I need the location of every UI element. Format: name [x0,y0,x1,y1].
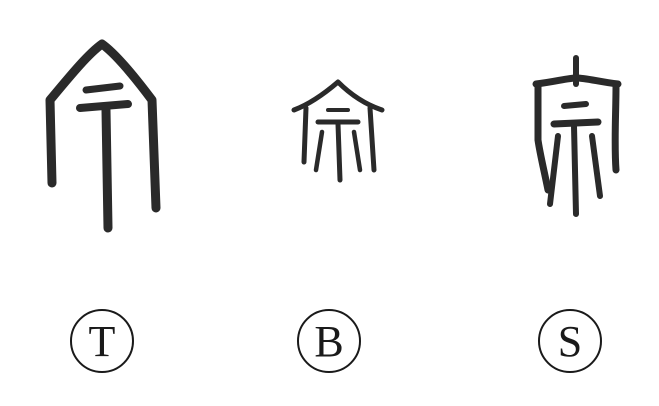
label-s-circle: S [538,309,602,373]
glyph-s [528,54,626,220]
label-s-letter: S [557,317,583,366]
label-t-circle: T [70,309,134,373]
label-t-letter: T [88,317,116,366]
label-b-letter: B [314,317,344,366]
glyph-t [40,38,164,238]
label-b-circle: B [297,309,361,373]
glyph-comparison-figure: T B S [0,0,659,406]
glyph-b [288,79,386,184]
